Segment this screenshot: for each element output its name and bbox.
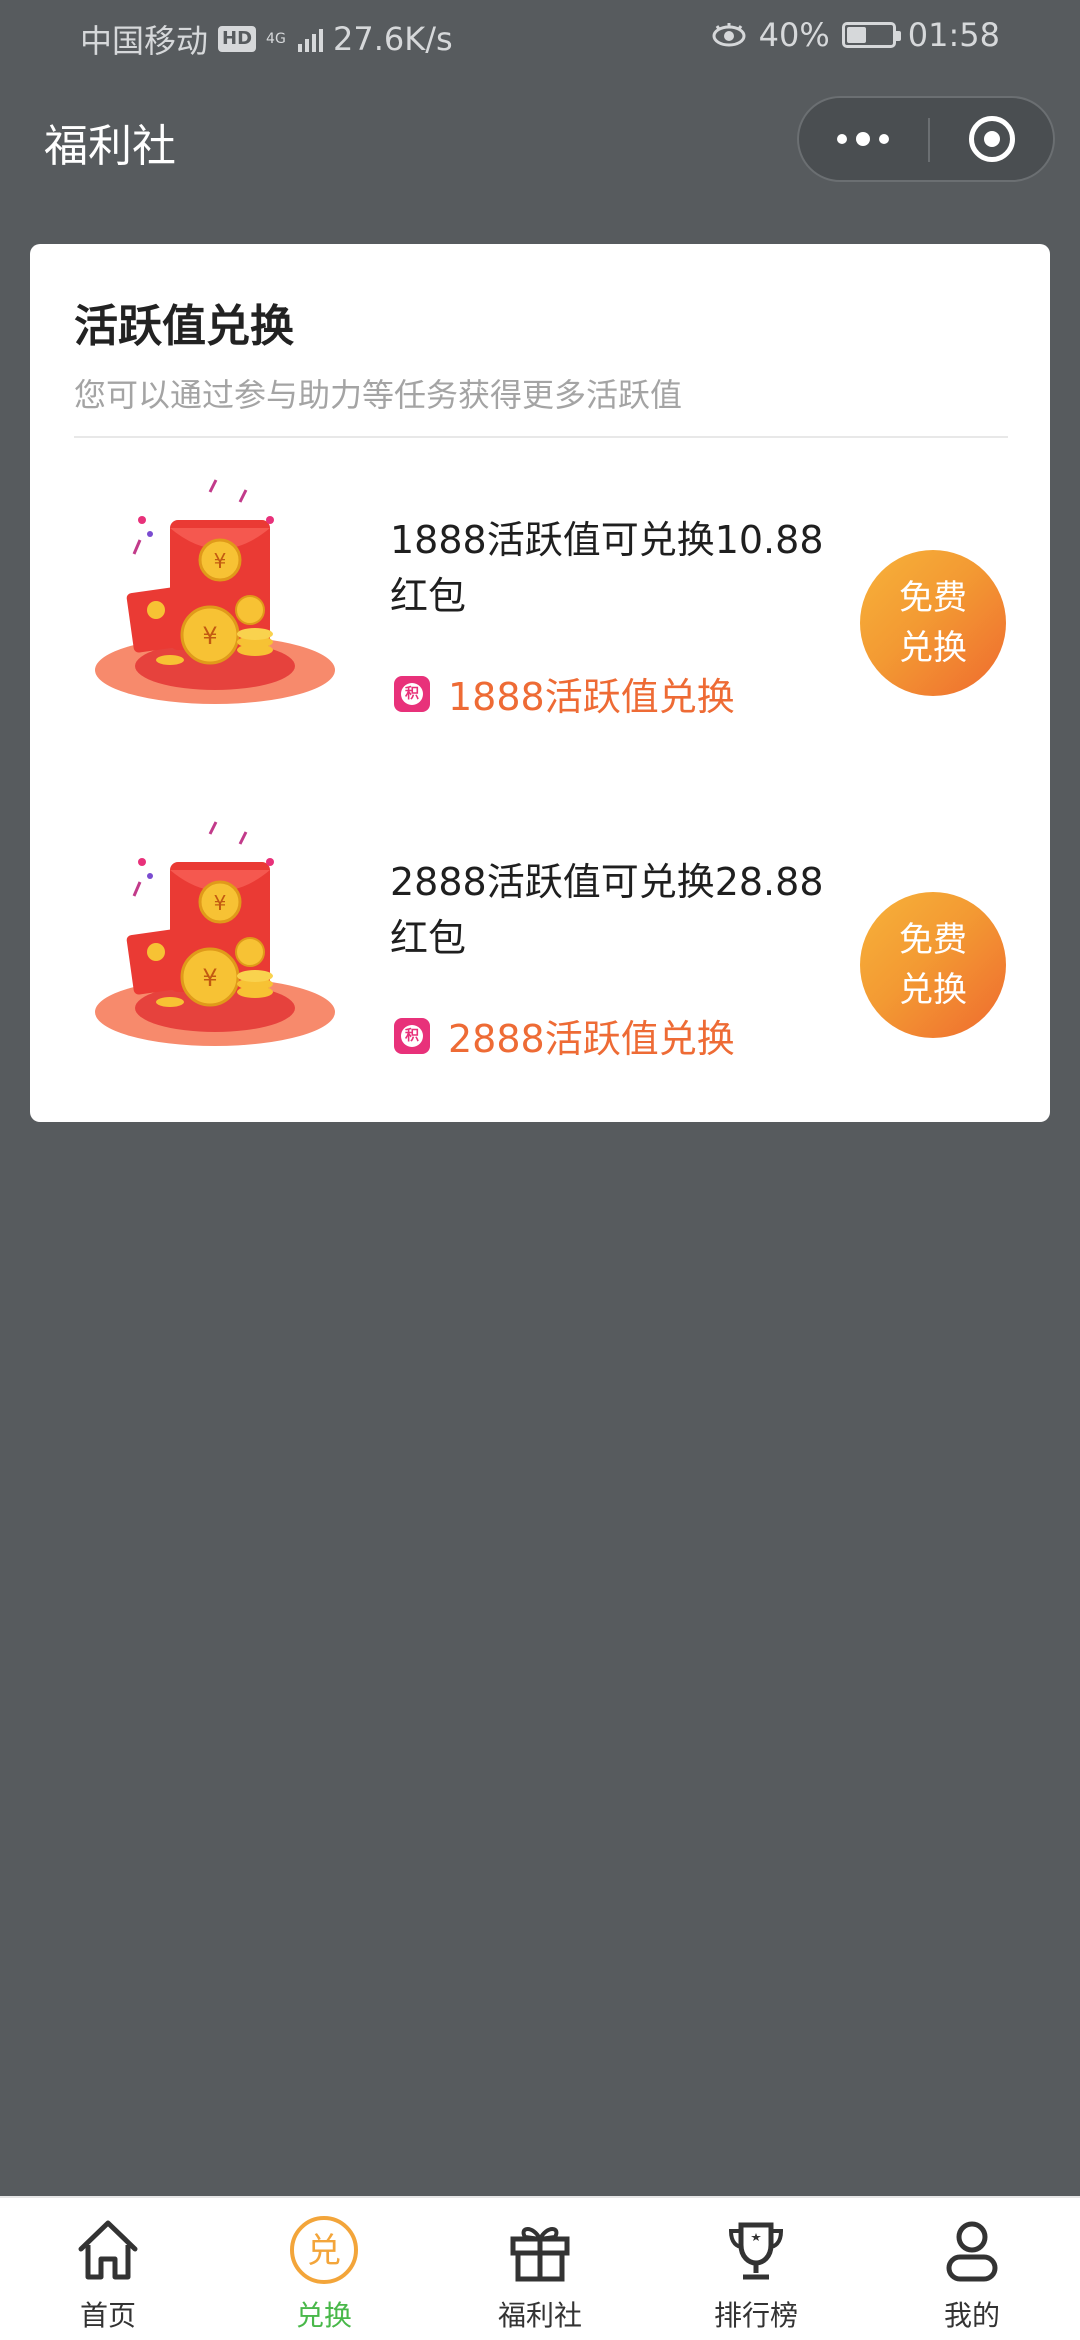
red-envelope-illustration: ¥ ¥ bbox=[95, 479, 335, 704]
carrier-name: 中国移动 bbox=[80, 22, 209, 60]
points-icon: 积 bbox=[394, 1017, 430, 1054]
status-bar: 中国移动 HD 4G 27.6K/s 40% 01:58 bbox=[0, 0, 1080, 72]
tab-bar: 首页 兑 兑换 福利社 排行榜 我的 bbox=[0, 2196, 1080, 2340]
status-left: 中国移动 HD 4G 27.6K/s bbox=[80, 16, 453, 62]
free-redeem-button[interactable]: 免费 兑换 bbox=[860, 892, 1006, 1038]
close-button[interactable] bbox=[930, 98, 1054, 180]
more-dot-right bbox=[879, 134, 889, 144]
more-button[interactable] bbox=[799, 98, 927, 180]
battery-icon bbox=[841, 22, 901, 48]
exchange-icon: 兑 bbox=[286, 2212, 362, 2288]
redeem-button-line2: 兑换 bbox=[899, 628, 967, 668]
svg-text:¥: ¥ bbox=[214, 891, 227, 915]
tab-welfare[interactable]: 福利社 bbox=[432, 2198, 648, 2340]
points-icon-glyph: 积 bbox=[401, 1024, 423, 1047]
redeem-button-line1: 免费 bbox=[899, 920, 967, 960]
page-title: 福利社 bbox=[44, 121, 176, 172]
card-subtitle: 您可以通过参与助力等任务获得更多活跃值 bbox=[74, 376, 683, 414]
item-cost: 积 2888活跃值兑换 bbox=[394, 1008, 735, 1063]
card-title: 活跃值兑换 bbox=[74, 301, 294, 352]
signal-icon bbox=[298, 26, 324, 52]
item-name: 2888活跃值可兑换28.88红包 bbox=[390, 860, 824, 960]
tab-ranking[interactable]: 排行榜 bbox=[648, 2198, 864, 2340]
tab-label: 排行榜 bbox=[713, 2299, 798, 2332]
redeem-button-line1: 免费 bbox=[899, 578, 967, 618]
target-circle-icon bbox=[969, 116, 1015, 162]
network-speed: 27.6K/s bbox=[333, 20, 453, 58]
exchange-item: ¥ ¥ 2888活跃值可兑换28.88红包 积 2888活跃值兑换 免费 兑换 bbox=[30, 812, 1050, 1112]
user-icon bbox=[934, 2212, 1010, 2288]
trophy-icon bbox=[718, 2212, 794, 2288]
status-right: 40% 01:58 bbox=[711, 16, 1000, 54]
tab-label: 福利社 bbox=[497, 2299, 582, 2332]
battery-percent: 40% bbox=[758, 16, 830, 54]
red-envelope-illustration: ¥ ¥ bbox=[95, 821, 335, 1046]
nav-bar: 福利社 bbox=[0, 72, 1080, 202]
gift-icon bbox=[502, 2212, 578, 2288]
mini-program-capsule bbox=[797, 96, 1055, 182]
card-divider bbox=[74, 436, 1008, 438]
tab-label: 首页 bbox=[79, 2299, 136, 2332]
tab-mine[interactable]: 我的 bbox=[864, 2198, 1080, 2340]
network-type: 4G bbox=[266, 31, 286, 47]
exchange-item: ¥ ¥ 1888活跃值可兑换10.88红包 积 1888活跃值兑换 免费 兑换 bbox=[30, 470, 1050, 770]
points-icon-glyph: 积 bbox=[401, 682, 423, 705]
more-dots-icon bbox=[837, 134, 847, 144]
exchange-icon-glyph: 兑 bbox=[307, 2231, 341, 2271]
item-name: 1888活跃值可兑换10.88红包 bbox=[390, 518, 824, 618]
home-icon bbox=[70, 2212, 146, 2288]
more-dot-center bbox=[856, 132, 870, 146]
tab-home[interactable]: 首页 bbox=[0, 2198, 216, 2340]
tab-exchange[interactable]: 兑 兑换 bbox=[216, 2198, 432, 2340]
svg-text:¥: ¥ bbox=[202, 622, 217, 650]
exchange-card: 活跃值兑换 您可以通过参与助力等任务获得更多活跃值 ¥ ¥ 1888活跃值可兑换… bbox=[30, 244, 1050, 1122]
cost-text: 2888活跃值兑换 bbox=[448, 1017, 735, 1061]
points-icon: 积 bbox=[394, 675, 430, 712]
free-redeem-button[interactable]: 免费 兑换 bbox=[860, 550, 1006, 696]
redeem-button-line2: 兑换 bbox=[899, 970, 967, 1010]
cost-text: 1888活跃值兑换 bbox=[448, 675, 735, 719]
clock: 01:58 bbox=[907, 16, 1000, 54]
tab-label: 我的 bbox=[943, 2299, 1000, 2332]
svg-text:¥: ¥ bbox=[202, 964, 217, 992]
eye-icon bbox=[712, 23, 746, 47]
item-cost: 积 1888活跃值兑换 bbox=[394, 666, 735, 721]
hd-badge: HD bbox=[218, 26, 257, 52]
svg-text:¥: ¥ bbox=[214, 549, 227, 573]
tab-label: 兑换 bbox=[295, 2299, 352, 2332]
